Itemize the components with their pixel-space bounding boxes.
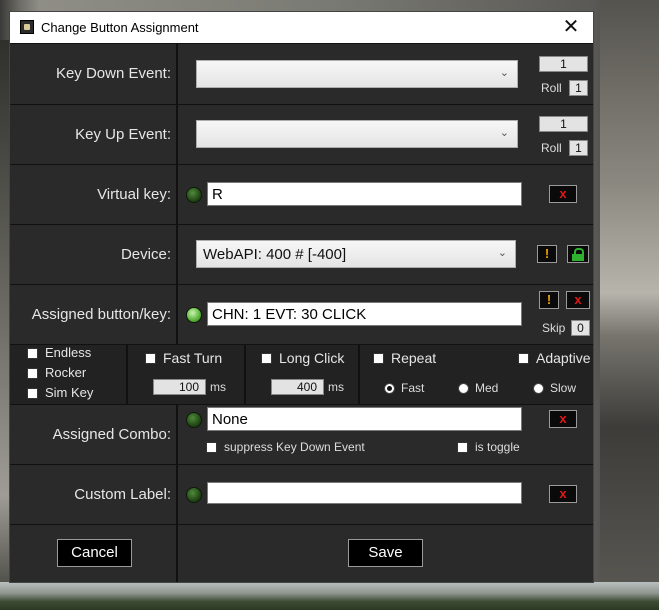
rocker-label: Rocker xyxy=(45,365,87,380)
lock-icon[interactable] xyxy=(567,245,589,263)
fast-turn-unit: ms xyxy=(210,380,226,394)
assigned-row: Assigned button/key: CHN: 1 EVT: 30 CLIC… xyxy=(10,284,593,344)
assigned-label: Assigned button/key: xyxy=(31,306,171,323)
custom-label-label: Custom Label: xyxy=(74,486,171,503)
key-down-label: Key Down Event: xyxy=(55,65,171,82)
chevron-down-icon: ⌄ xyxy=(499,127,509,139)
suppress-key-down-checkbox[interactable] xyxy=(206,442,217,453)
virtual-key-clear-button[interactable]: x xyxy=(549,185,577,203)
window-title: Change Button Assignment xyxy=(41,20,199,35)
fast-turn-label: Fast Turn xyxy=(163,350,223,366)
custom-label-input[interactable] xyxy=(207,482,522,504)
save-button[interactable]: Save xyxy=(348,539,423,567)
assigned-led-icon xyxy=(186,307,202,323)
custom-label-row: Custom Label: x xyxy=(10,464,593,524)
long-click-unit: ms xyxy=(328,380,344,394)
endless-label: Endless xyxy=(45,345,92,360)
long-click-checkbox[interactable] xyxy=(261,353,272,364)
row-separator xyxy=(176,405,178,464)
skip-value[interactable]: 0 xyxy=(571,320,590,336)
key-up-roll-label: Roll xyxy=(541,141,562,155)
repeat-checkbox[interactable] xyxy=(373,353,384,364)
change-button-assignment-dialog: Change Button Assignment ✕ Key Down Even… xyxy=(9,11,594,583)
long-click-ms-input[interactable]: 400 xyxy=(271,379,324,395)
key-up-row: Key Up Event: ⌄ 1 Roll 1 xyxy=(10,104,593,164)
sim-key-label: Sim Key xyxy=(45,385,94,400)
speed-fast-label: Fast xyxy=(401,381,425,395)
close-button[interactable]: ✕ xyxy=(549,12,593,43)
fast-turn-ms-input[interactable]: 100 xyxy=(153,379,206,395)
key-down-roll-label: Roll xyxy=(541,81,562,95)
key-up-roll-value[interactable]: 1 xyxy=(569,140,588,156)
endless-checkbox[interactable] xyxy=(27,348,38,359)
options-separator xyxy=(126,345,128,404)
options-row: Endless Rocker Sim Key Fast Turn 100 ms … xyxy=(10,344,593,404)
row-separator xyxy=(176,285,178,344)
cancel-button[interactable]: Cancel xyxy=(57,539,132,567)
row-separator xyxy=(176,525,178,582)
speed-med-label: Med xyxy=(475,381,499,395)
adaptive-checkbox[interactable] xyxy=(518,353,529,364)
suppress-key-down-label: suppress Key Down Event xyxy=(224,440,365,454)
options-separator xyxy=(358,345,360,404)
combo-led-icon xyxy=(186,412,202,428)
row-separator xyxy=(176,44,178,104)
chevron-down-icon: ⌄ xyxy=(497,247,507,259)
row-separator xyxy=(176,105,178,164)
virtual-key-row: Virtual key: R x xyxy=(10,164,593,224)
speed-med-radio[interactable] xyxy=(458,383,469,394)
rocker-checkbox[interactable] xyxy=(27,368,38,379)
assigned-input[interactable]: CHN: 1 EVT: 30 CLICK xyxy=(207,302,522,326)
row-separator xyxy=(176,465,178,524)
device-value: WebAPI: 400 # [-400] xyxy=(203,246,347,263)
key-down-roll-value[interactable]: 1 xyxy=(569,80,588,96)
button-row: Cancel Save xyxy=(10,524,593,582)
background-landscape xyxy=(0,582,659,610)
background-right xyxy=(600,0,659,610)
custom-label-clear-button[interactable]: x xyxy=(549,485,577,503)
key-up-label: Key Up Event: xyxy=(75,126,171,143)
app-icon xyxy=(20,20,34,34)
long-click-label: Long Click xyxy=(279,350,345,366)
chevron-down-icon: ⌄ xyxy=(499,67,509,79)
key-down-count[interactable]: 1 xyxy=(539,56,588,72)
device-select[interactable]: WebAPI: 400 # [-400] ⌄ xyxy=(196,240,516,268)
fast-turn-checkbox[interactable] xyxy=(145,353,156,364)
is-toggle-label: is toggle xyxy=(475,440,520,454)
sim-key-checkbox[interactable] xyxy=(27,388,38,399)
options-separator xyxy=(244,345,246,404)
device-row: Device: WebAPI: 400 # [-400] ⌄ ! xyxy=(10,224,593,284)
combo-clear-button[interactable]: x xyxy=(549,410,577,428)
title-bar[interactable]: Change Button Assignment ✕ xyxy=(10,12,593,43)
row-separator xyxy=(176,165,178,224)
speed-fast-radio[interactable] xyxy=(384,383,395,394)
combo-row: Assigned Combo: None x suppress Key Down… xyxy=(10,404,593,464)
assigned-clear-button[interactable]: x xyxy=(566,291,590,309)
device-label: Device: xyxy=(120,246,171,263)
assigned-warning-button[interactable]: ! xyxy=(539,291,559,309)
row-separator xyxy=(176,225,178,284)
custom-label-led-icon xyxy=(186,487,202,503)
virtual-key-input[interactable]: R xyxy=(207,182,522,206)
key-up-select[interactable]: ⌄ xyxy=(196,120,518,148)
is-toggle-checkbox[interactable] xyxy=(457,442,468,453)
device-warning-button[interactable]: ! xyxy=(537,245,557,263)
speed-slow-radio[interactable] xyxy=(533,383,544,394)
key-up-count[interactable]: 1 xyxy=(539,116,588,132)
combo-input[interactable]: None xyxy=(207,407,522,431)
speed-slow-label: Slow xyxy=(550,381,577,395)
adaptive-label: Adaptive xyxy=(536,350,591,366)
key-down-select[interactable]: ⌄ xyxy=(196,60,518,88)
virtual-key-label: Virtual key: xyxy=(97,186,171,203)
skip-label: Skip xyxy=(542,321,566,335)
repeat-label: Repeat xyxy=(391,350,437,366)
virtual-key-led-icon xyxy=(186,187,202,203)
combo-label: Assigned Combo: xyxy=(52,426,171,443)
key-down-row: Key Down Event: ⌄ 1 Roll 1 xyxy=(10,43,593,104)
